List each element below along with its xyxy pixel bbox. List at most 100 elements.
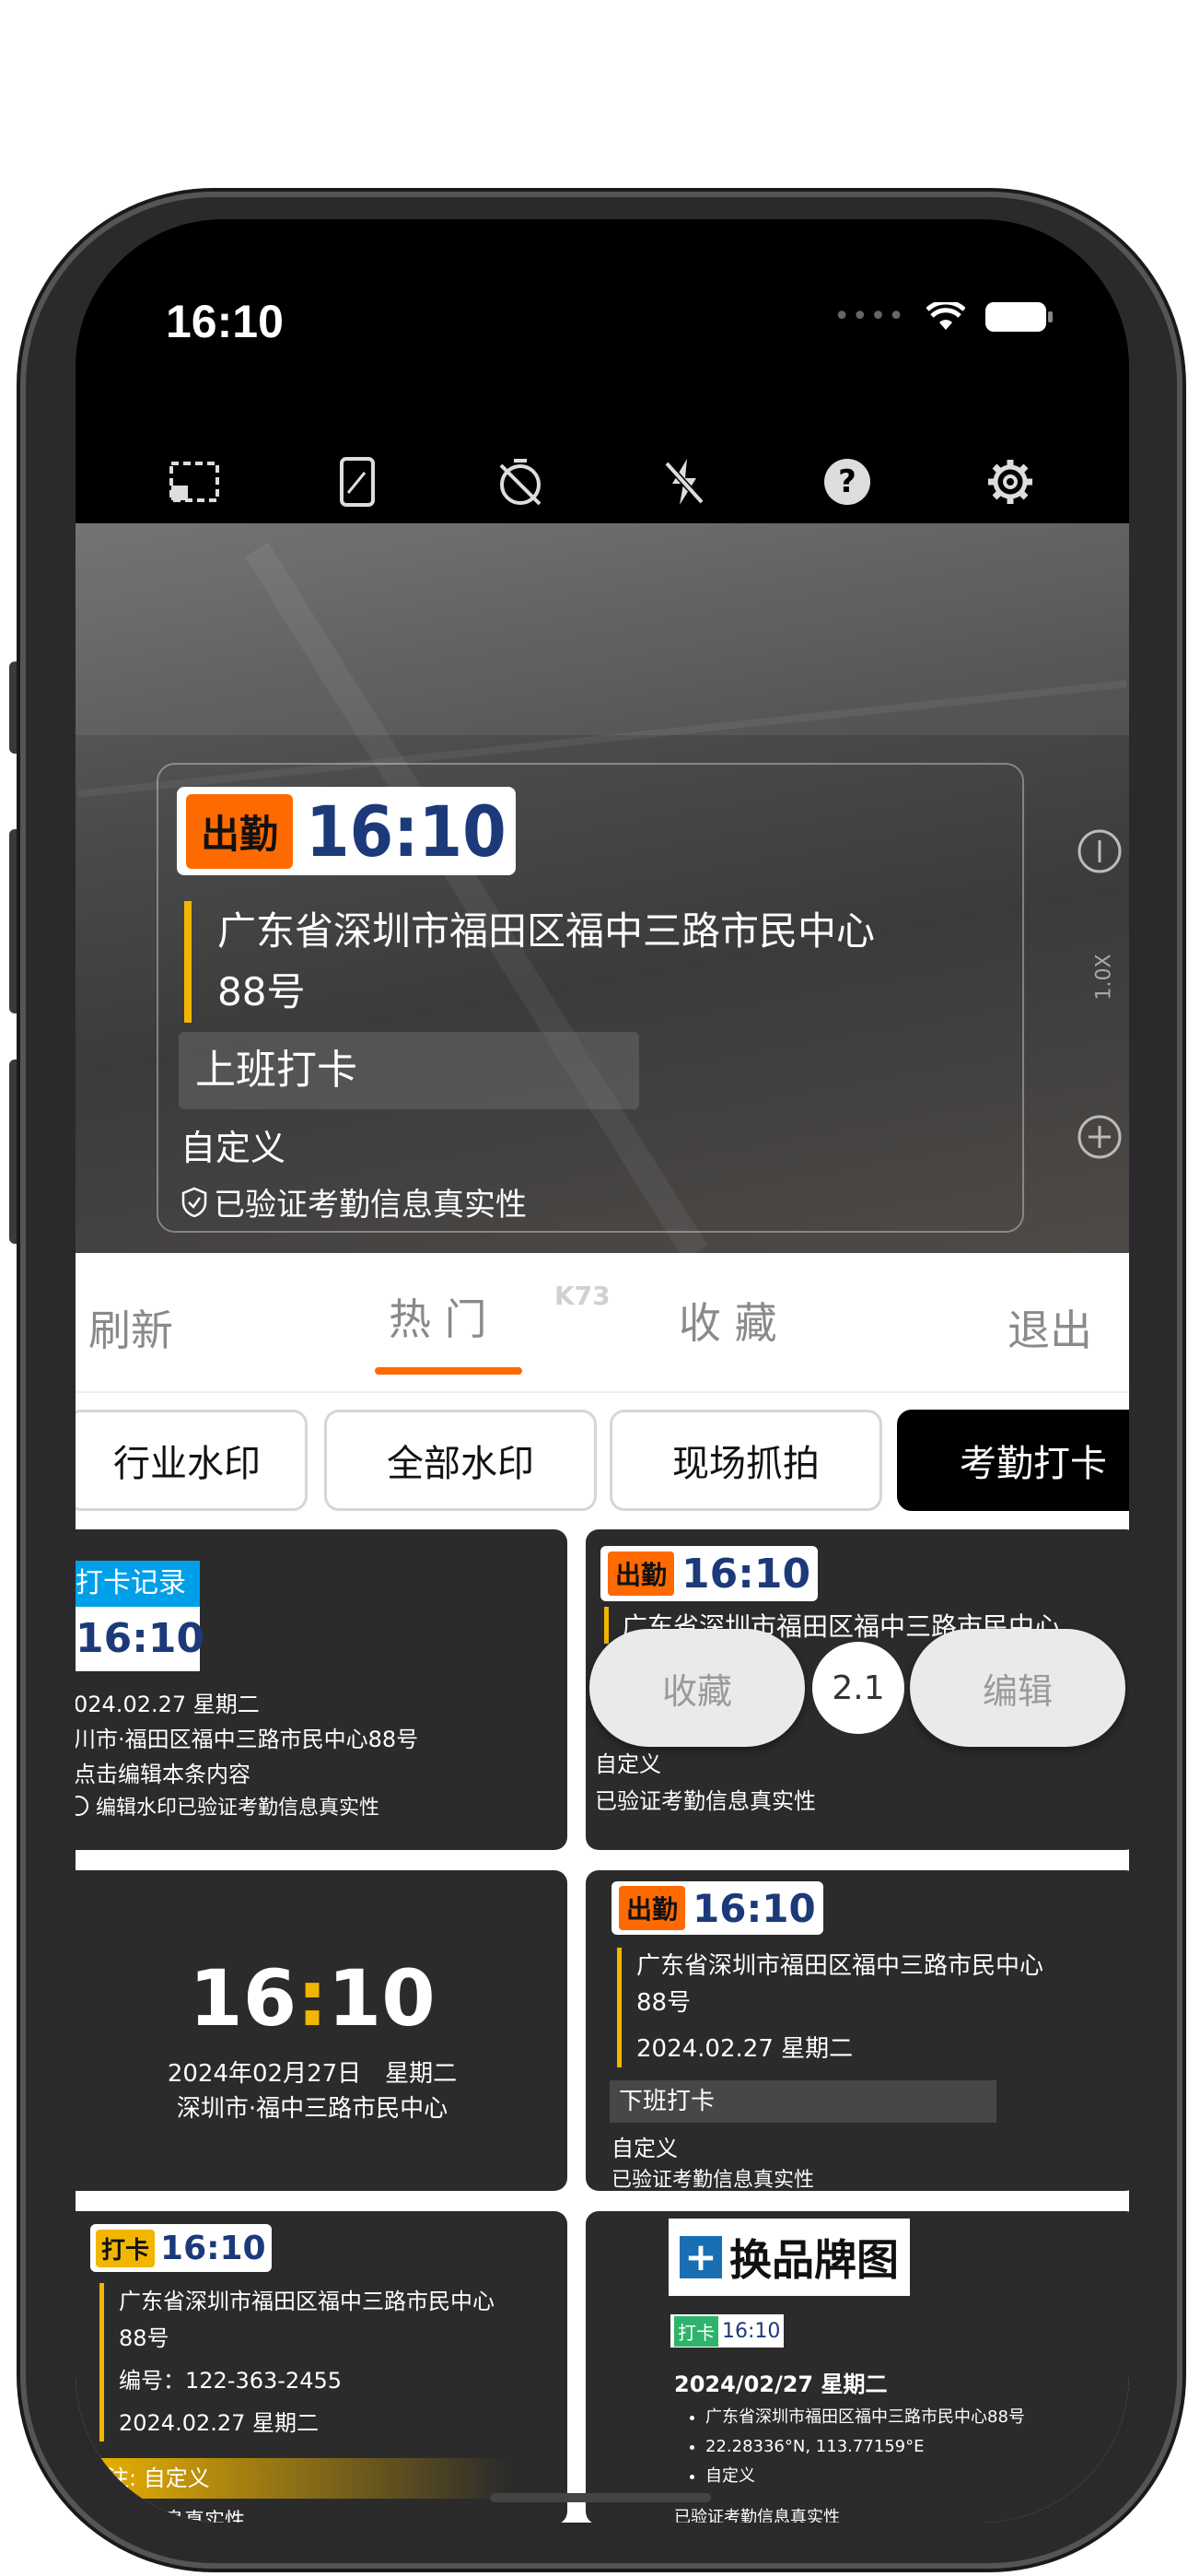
zoom-in-icon[interactable] bbox=[1076, 1113, 1124, 1161]
camera-toolbar: ? bbox=[76, 431, 1129, 533]
settings-icon[interactable] bbox=[983, 454, 1038, 509]
help-icon[interactable]: ? bbox=[820, 454, 875, 509]
card4-custom: 自定义 bbox=[611, 2136, 678, 2161]
card6-bullet-custom: 自定义 bbox=[705, 2462, 1025, 2491]
card3-date: 2024年02月27日 星期二 bbox=[167, 2060, 458, 2088]
record-edit-hint: 点击编辑本条内容 bbox=[76, 1762, 250, 1787]
svg-text:?: ? bbox=[838, 463, 856, 500]
tab-favorites[interactable]: 收 藏 bbox=[679, 1290, 777, 1351]
verify-line: 已验证考勤信息真实性 bbox=[181, 1179, 527, 1224]
chip-onsite[interactable]: 现场抓拍 bbox=[610, 1410, 882, 1511]
punch-type: 上班打卡 bbox=[179, 1032, 639, 1109]
card3-colon: : bbox=[297, 1953, 328, 2043]
card4-address-block: 广东省深圳市福田区福中三路市民中心 88号 2024.02.27 星期二 bbox=[617, 1948, 1043, 2067]
zoom-level: 1.0X bbox=[1092, 954, 1116, 1001]
card6-date: 2024/02/27 星期二 bbox=[674, 2371, 888, 2397]
battery-icon bbox=[985, 301, 1053, 332]
zoom-out-icon[interactable] bbox=[1076, 827, 1124, 875]
edit-button[interactable]: 编辑 bbox=[910, 1629, 1125, 1747]
tab-divider bbox=[76, 1391, 1129, 1393]
card6-tag: 打卡 bbox=[674, 2315, 718, 2347]
tab-exit[interactable]: 退出 bbox=[1007, 1297, 1092, 1358]
active-tab-underline bbox=[375, 1367, 522, 1375]
card5-tag: 打卡 bbox=[96, 2229, 156, 2267]
card6-time: 16:10 bbox=[722, 2319, 781, 2343]
card4-verify: 已验证考勤信息真实性 bbox=[611, 2169, 815, 2191]
home-indicator bbox=[490, 2493, 711, 2502]
card2-verify: 已验证考勤信息真实性 bbox=[595, 1788, 816, 1814]
card5-address-2: 88号 bbox=[119, 2325, 169, 2351]
custom-label: 自定义 bbox=[181, 1128, 286, 1168]
card6-verify: 已验证考勤信息真实性 bbox=[674, 2508, 840, 2523]
card5-date: 2024.02.27 星期二 bbox=[119, 2410, 320, 2436]
status-bar: 16:10 •••• bbox=[76, 219, 1129, 385]
frame-icon[interactable] bbox=[167, 454, 222, 509]
card5-code: 编号：122-363-2455 bbox=[119, 2368, 343, 2394]
card3-address: 深圳市·福中三路市民中心 bbox=[176, 2095, 448, 2123]
card6-bullets: 广东省深圳市福田区福中三路市民中心88号 22.28336°N, 113.771… bbox=[687, 2403, 1025, 2491]
k73-logo: K73 bbox=[554, 1281, 611, 1311]
tab-hot[interactable]: 热 门 bbox=[389, 1286, 487, 1347]
chip-all[interactable]: 全部水印 bbox=[324, 1410, 597, 1511]
template-card[interactable]: + 换品牌图 打卡 16:10 2024/02/27 星期二 广东省深圳市福田区… bbox=[586, 2211, 1129, 2523]
brand-label: 换品牌图 bbox=[729, 2235, 899, 2285]
version-badge: 2.1 bbox=[812, 1642, 904, 1734]
template-card[interactable]: 出勤 16:10 广东省深圳市福田区福中三路市民中心 88号 2024.02.2… bbox=[586, 1870, 1129, 2191]
card4-address-1: 广东省深圳市福田区福中三路市民中心 bbox=[636, 1952, 1044, 1980]
brand-box: + 换品牌图 bbox=[669, 2219, 910, 2296]
card2-time: 16:10 bbox=[681, 1550, 811, 1598]
collect-button[interactable]: 收藏 bbox=[589, 1629, 805, 1747]
timer-off-icon[interactable] bbox=[493, 454, 548, 509]
card6-header: 打卡 16:10 bbox=[670, 2314, 785, 2348]
status-icons: •••• bbox=[833, 300, 1053, 333]
camera-preview[interactable]: 出勤 16:10 广东省深圳市福田区福中三路市民中心 88号 上班打卡 自定义 … bbox=[76, 523, 1129, 1253]
tab-bar: 刷新 热 门 K73 收 藏 退出 bbox=[76, 1253, 1129, 1391]
category-chips: 行业水印 全部水印 现场抓拍 考勤打卡 bbox=[76, 1410, 1129, 1511]
card5-address-1: 广东省深圳市福田区福中三路市民中心 bbox=[119, 2289, 495, 2314]
template-card[interactable]: 16:10 2024年02月27日 星期二 深圳市·福中三路市民中心 bbox=[76, 1870, 567, 2191]
phone-screen: 16:10 •••• ? 出勤 16:10 广东省深圳市福田区福中三路市民中心 … bbox=[76, 219, 1129, 2523]
chip-industry[interactable]: 行业水印 bbox=[76, 1410, 308, 1511]
watermark-panel: 刷新 热 门 K73 收 藏 退出 行业水印 全部水印 现场抓拍 考勤打卡 打卡… bbox=[76, 1253, 1129, 2523]
shield-icon bbox=[181, 1187, 207, 1217]
wifi-icon bbox=[926, 301, 965, 330]
status-time: 16:10 bbox=[166, 296, 284, 347]
card4-date: 2024.02.27 星期二 bbox=[636, 2035, 854, 2063]
add-brand-icon: + bbox=[680, 2236, 722, 2278]
verify-text: 已验证考勤信息真实性 bbox=[214, 1187, 527, 1224]
card6-bullet-coords: 22.28336°N, 113.77159°E bbox=[705, 2432, 1025, 2462]
address-line-1: 广东省深圳市福田区福中三路市民中心 bbox=[217, 908, 876, 954]
template-card[interactable]: 打卡 16:10 广东省深圳市福田区福中三路市民中心 88号 编号：122-36… bbox=[76, 2211, 567, 2523]
phone-screen-icon[interactable] bbox=[330, 454, 385, 509]
tab-refresh[interactable]: 刷新 bbox=[88, 1297, 173, 1358]
record-address: 川市·福田区福中三路市民中心88号 bbox=[76, 1727, 419, 1752]
card2-custom: 自定义 bbox=[595, 1751, 661, 1777]
watermark-time: 16:10 bbox=[306, 790, 507, 872]
zoom-control[interactable]: 1.0X bbox=[1074, 827, 1129, 1159]
template-card[interactable]: 打卡记录 16:10 024.02.27 星期二 川市·福田区福中三路市民中心8… bbox=[76, 1529, 567, 1850]
watermark-header: 出勤 16:10 bbox=[177, 787, 516, 875]
card4-header: 出勤 16:10 bbox=[611, 1881, 823, 1935]
record-date: 024.02.27 星期二 bbox=[76, 1692, 260, 1717]
card4-address-2: 88号 bbox=[636, 1989, 692, 2017]
watermark-preview-card[interactable]: 出勤 16:10 广东省深圳市福田区福中三路市民中心 88号 上班打卡 自定义 … bbox=[157, 763, 1024, 1233]
flash-off-icon[interactable] bbox=[657, 454, 712, 509]
record-time: 16:10 bbox=[76, 1607, 204, 1671]
record-verify: 编辑水印已验证考勤信息真实性 bbox=[76, 1791, 379, 1821]
circle-check-icon bbox=[76, 1796, 88, 1816]
card5-verify: 考勤信息真实性 bbox=[103, 2510, 246, 2523]
chip-attendance[interactable]: 考勤打卡 bbox=[897, 1410, 1129, 1511]
card6-bullet-address: 广东省深圳市福田区福中三路市民中心88号 bbox=[705, 2403, 1025, 2432]
attendance-tag: 出勤 bbox=[186, 793, 294, 869]
card4-time: 16:10 bbox=[693, 1885, 816, 1931]
template-card-selected[interactable]: 出勤 16:10 广东省深圳市福田区福中三路市民中心 自定义 已验证考勤信息真实… bbox=[586, 1529, 1129, 1850]
card4-tag: 出勤 bbox=[619, 1886, 686, 1930]
card3-minute: 10 bbox=[327, 1953, 436, 2043]
record-badge: 打卡记录 bbox=[76, 1561, 200, 1607]
card2-header: 出勤 16:10 bbox=[600, 1546, 819, 1601]
card5-address-block: 广东省深圳市福田区福中三路市民中心 88号 编号：122-363-2455 20… bbox=[99, 2283, 495, 2441]
card3-hour: 16 bbox=[189, 1953, 297, 2043]
card5-note: 备注: 自定义 bbox=[76, 2458, 508, 2499]
address-line-2: 88号 bbox=[217, 969, 306, 1014]
card5-time: 16:10 bbox=[160, 2229, 266, 2267]
